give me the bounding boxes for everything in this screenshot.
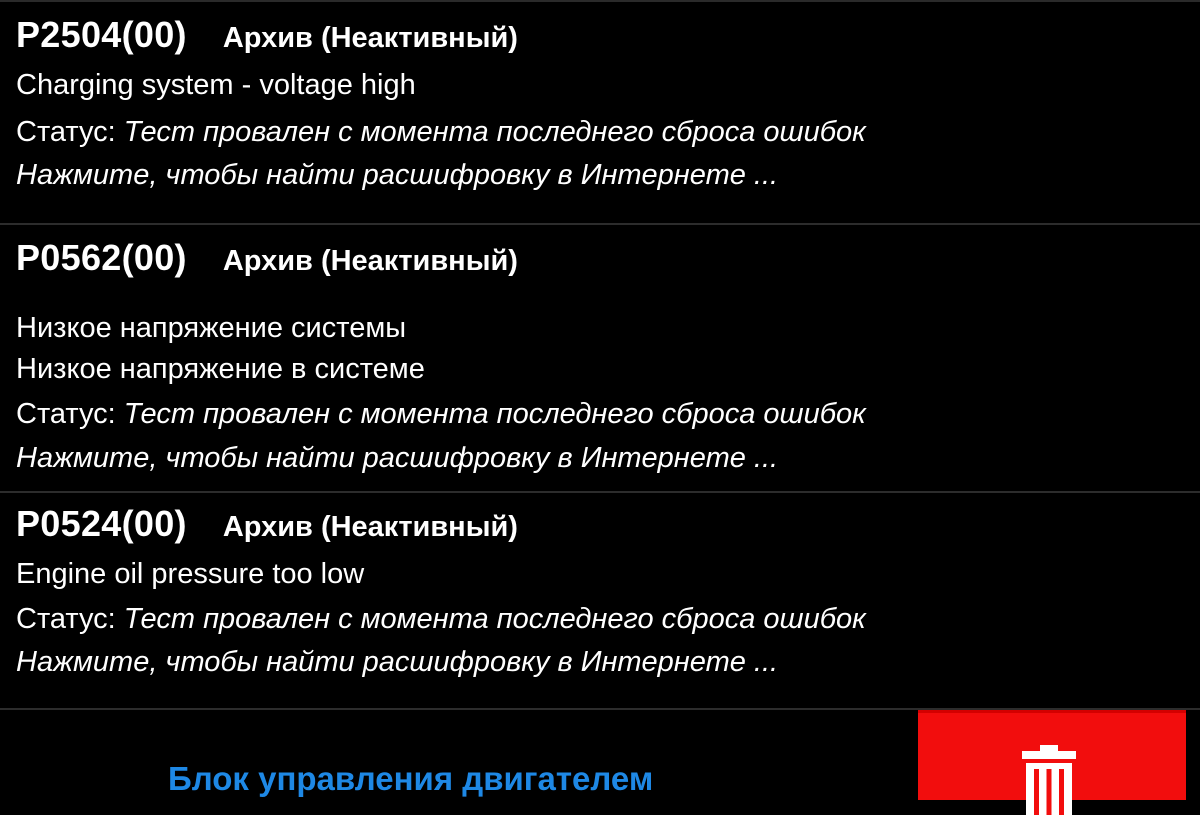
- description-block: Engine oil pressure too low: [16, 557, 1200, 592]
- code-header: P2504(00) Архив (Неактивный): [16, 0, 1200, 64]
- status-line: Статус: Тест провален с момента последне…: [16, 602, 1200, 637]
- trash-icon: [1022, 745, 1076, 815]
- trouble-code-item[interactable]: P2504(00) Архив (Неактивный) Charging sy…: [0, 0, 1200, 225]
- dtc-description: Низкое напряжение системы: [16, 312, 407, 344]
- search-online-link[interactable]: Нажмите, чтобы найти расшифровку в Интер…: [16, 441, 1200, 476]
- status-line: Статус: Тест провален с момента последне…: [16, 115, 1200, 150]
- bottom-bar: Блок управления двигателем: [0, 710, 1200, 815]
- dtc-code: P0524(00): [16, 503, 187, 544]
- status-label: Статус:: [16, 397, 124, 430]
- code-header: P0524(00) Архив (Неактивный): [16, 493, 1200, 553]
- delete-codes-button[interactable]: [918, 710, 1186, 815]
- dtc-state: Архив (Неактивный): [222, 511, 518, 543]
- trouble-code-list: P2504(00) Архив (Неактивный) Charging sy…: [0, 0, 1200, 710]
- trouble-code-item[interactable]: P0562(00) Архив (Неактивный) Низкое напр…: [0, 225, 1200, 493]
- status-value: Тест провален с момента последнего сброс…: [123, 115, 866, 148]
- status-label: Статус:: [16, 602, 124, 635]
- dtc-code: P2504(00): [16, 14, 187, 55]
- description-block: Низкое напряжение системы Низкое напряже…: [16, 311, 1200, 387]
- dtc-description: Низкое напряжение в системе: [16, 352, 425, 385]
- description-block: Charging system - voltage high: [16, 68, 1200, 103]
- status-label: Статус:: [16, 115, 124, 148]
- dtc-description: Charging system - voltage high: [16, 69, 416, 101]
- trouble-code-item[interactable]: P0524(00) Архив (Неактивный) Engine oil …: [0, 493, 1200, 710]
- status-value: Тест провален с момента последнего сброс…: [123, 397, 866, 430]
- dtc-description: Engine oil pressure too low: [16, 558, 365, 590]
- status-value: Тест провален с момента последнего сброс…: [123, 602, 866, 635]
- dtc-state: Архив (Неактивный): [222, 22, 518, 54]
- search-online-link[interactable]: Нажмите, чтобы найти расшифровку в Интер…: [16, 645, 1200, 680]
- dtc-state: Архив (Неактивный): [222, 245, 518, 277]
- status-line: Статус: Тест провален с момента последне…: [16, 397, 1200, 432]
- code-header: P0562(00) Архив (Неактивный): [16, 225, 1200, 291]
- dtc-code: P0562(00): [16, 237, 187, 278]
- search-online-link[interactable]: Нажмите, чтобы найти расшифровку в Интер…: [16, 158, 1200, 193]
- engine-control-module-link[interactable]: Блок управления двигателем: [168, 760, 653, 798]
